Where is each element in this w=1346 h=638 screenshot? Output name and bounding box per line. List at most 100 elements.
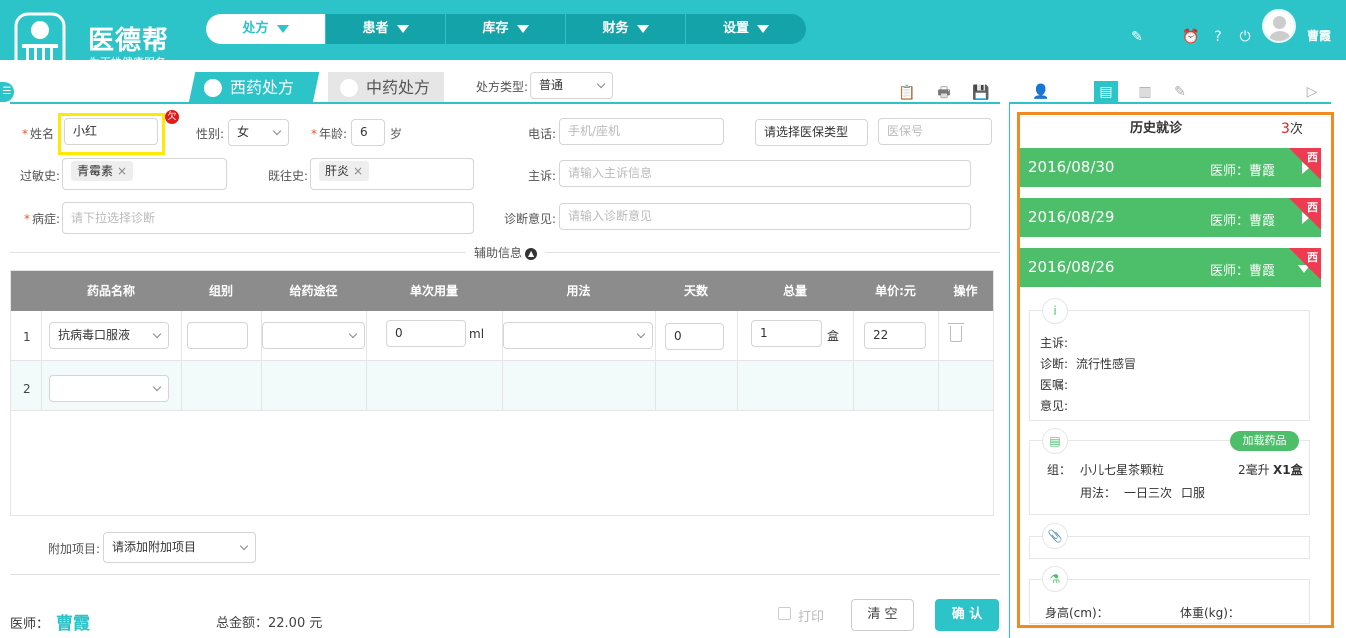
- chevron-down-icon: [636, 329, 646, 339]
- top-bar: 医德帮 为百姓健康服务 All For People's Health 处方 患…: [0, 0, 1346, 78]
- row-number: 1: [23, 330, 31, 344]
- patient-check-icon[interactable]: 👤: [1029, 81, 1053, 103]
- menu-toggle-icon[interactable]: ☰: [0, 82, 14, 102]
- trash-icon[interactable]: [948, 323, 964, 342]
- nav-inventory[interactable]: 库存: [446, 14, 566, 44]
- tab-dot-icon: [203, 79, 222, 97]
- insurance-type-select[interactable]: 请选择医保类型: [755, 119, 868, 146]
- dose-unit: ml: [469, 327, 485, 341]
- tab-label: 西药处方: [230, 78, 295, 97]
- header-cell: 组别: [208, 284, 233, 298]
- nav-patients[interactable]: 患者: [326, 14, 446, 44]
- total-amount: 总金额：22.00 元: [216, 616, 323, 631]
- history-input[interactable]: 肝炎 ×: [310, 158, 474, 190]
- insurance-no-input[interactable]: 医保号: [878, 118, 992, 145]
- allergy-input[interactable]: 青霉素 ×: [62, 158, 227, 190]
- nav-label: 财务: [602, 21, 629, 36]
- power-icon[interactable]: ⏻: [1236, 28, 1254, 46]
- clipboard-icon[interactable]: 📋: [898, 84, 916, 102]
- extra-label: 附加项目:: [48, 542, 101, 556]
- user-name[interactable]: 曹霞: [1307, 27, 1331, 44]
- total-input[interactable]: 1: [751, 320, 822, 347]
- phone-input[interactable]: 手机/座机: [559, 118, 724, 145]
- gender-select[interactable]: 女: [228, 119, 289, 146]
- opinion-label: 诊断意见:: [504, 212, 557, 226]
- dose-input[interactable]: 0: [386, 320, 466, 347]
- age-unit: 岁: [390, 127, 403, 141]
- route-select[interactable]: [262, 322, 365, 349]
- total-unit: 盒: [827, 329, 840, 343]
- doctor-name: 曹霞: [56, 614, 90, 634]
- tab-underline: [10, 102, 1000, 104]
- rx-type-label: 处方类型:: [476, 80, 529, 94]
- nav-finance[interactable]: 财务: [566, 14, 686, 44]
- history-label: 既往史:: [268, 169, 309, 183]
- chevron-down-icon: [152, 329, 162, 339]
- help-icon[interactable]: ?: [1209, 28, 1227, 46]
- usage-select[interactable]: [503, 322, 653, 349]
- complaint-input[interactable]: 请输入主诉信息: [559, 160, 971, 187]
- rx-type-select[interactable]: 普通: [530, 72, 613, 99]
- phone-label: 电话:: [528, 127, 557, 141]
- complaint-label: 主诉:: [528, 169, 557, 183]
- disease-select[interactable]: 请下拉选择诊断: [62, 202, 474, 234]
- main-nav: 处方 患者 库存 财务 设置: [206, 14, 806, 44]
- nav-label: 库存: [482, 21, 509, 36]
- chevron-down-icon: [152, 382, 162, 392]
- header-cell: 药品名称: [86, 284, 135, 298]
- header-cell: 总量: [782, 284, 807, 298]
- print-checkbox[interactable]: [778, 607, 791, 620]
- price-input[interactable]: 22: [864, 322, 926, 349]
- chevron-down-icon: [516, 24, 529, 33]
- close-icon[interactable]: ×: [353, 164, 363, 178]
- chevron-down-icon: [596, 79, 606, 89]
- header-cell: 用法: [566, 284, 591, 298]
- header-cell: 单价:元: [875, 284, 916, 298]
- age-input[interactable]: 6: [351, 119, 385, 146]
- days-input[interactable]: 0: [665, 323, 724, 350]
- tab-dot-icon: [340, 79, 358, 97]
- brand-name: 医德帮: [88, 26, 170, 56]
- header-cell: 天数: [683, 284, 708, 298]
- tab-label: 中药处方: [366, 78, 431, 97]
- history-icon[interactable]: ▤: [1094, 81, 1118, 103]
- tab-chinese-rx[interactable]: 中药处方: [328, 72, 444, 103]
- chevron-down-icon: [636, 24, 649, 33]
- header-cell: 单次用量: [409, 284, 458, 298]
- gender-label: 性别:: [196, 127, 225, 141]
- nav-prescription[interactable]: 处方: [206, 14, 326, 44]
- print-icon[interactable]: 🖶: [935, 84, 953, 102]
- allergy-tag-text: 青霉素: [77, 164, 114, 178]
- chevron-down-icon: [348, 329, 358, 339]
- chevron-down-icon: [276, 24, 289, 33]
- chevron-down-icon: [757, 24, 769, 33]
- group-input[interactable]: [187, 322, 248, 349]
- extra-select[interactable]: 请添加附加项目: [103, 532, 256, 563]
- drug-select[interactable]: [49, 375, 169, 402]
- confirm-button[interactable]: 确 认: [935, 599, 999, 631]
- avatar[interactable]: [1262, 9, 1296, 43]
- assist-info-toggle[interactable]: 辅助信息 ▲: [466, 244, 546, 261]
- alarm-icon[interactable]: ⏰: [1182, 28, 1200, 46]
- close-icon[interactable]: ×: [117, 164, 127, 178]
- edit-icon[interactable]: ✎: [1128, 28, 1146, 46]
- disease-label-text: 病症:: [32, 212, 61, 226]
- record-icon[interactable]: ▥: [1133, 81, 1157, 103]
- name-label: * 姓名: [22, 127, 55, 141]
- name-input[interactable]: 小红: [64, 118, 158, 145]
- rx-type-value: 普通: [539, 78, 564, 92]
- nav-settings[interactable]: 设置: [686, 14, 806, 44]
- clear-button[interactable]: 清 空: [851, 599, 914, 631]
- play-icon[interactable]: ▷: [1300, 81, 1324, 103]
- doctor-label: 医师：: [10, 617, 50, 632]
- save-icon[interactable]: 💾: [972, 84, 990, 102]
- opinion-input[interactable]: 请输入诊断意见: [559, 203, 971, 230]
- drug-select[interactable]: 抗病毒口服液: [49, 322, 169, 349]
- header-cell: 操作: [953, 284, 978, 298]
- edit-record-icon[interactable]: ✎: [1168, 81, 1192, 103]
- chevron-up-icon: ▲: [525, 247, 538, 260]
- nav-label: 患者: [362, 21, 389, 36]
- insurance-type-value: 请选择医保类型: [764, 125, 849, 139]
- tab-western-rx[interactable]: 西药处方: [188, 72, 320, 103]
- header-cell: 给药途径: [289, 284, 338, 298]
